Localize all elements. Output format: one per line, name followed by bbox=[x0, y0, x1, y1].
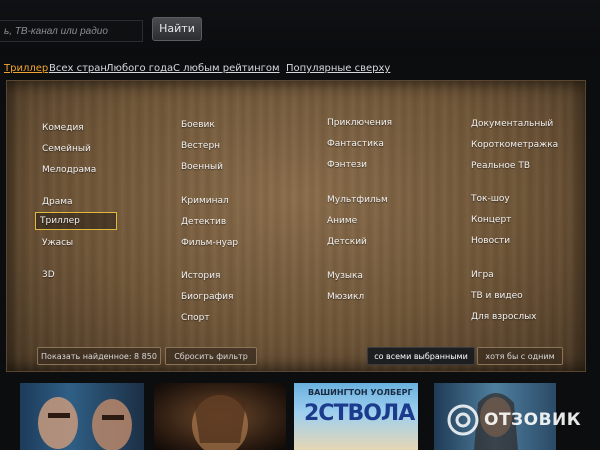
poster-strip: ВАШИНГТОН УОЛБЕРГ 2СТВОЛА ОТЗОВИК bbox=[0, 383, 600, 450]
top-bar: Найти bbox=[0, 0, 600, 56]
genre-crime[interactable]: Криминал bbox=[181, 196, 229, 206]
genre-film-noir[interactable]: Фильм-нуар bbox=[181, 238, 238, 248]
reset-filter-button[interactable]: Сбросить фильтр bbox=[165, 347, 257, 365]
filter-rating[interactable]: С любым рейтингом bbox=[173, 63, 280, 74]
genre-documentary[interactable]: Документальный bbox=[471, 119, 553, 129]
watermark-text: ОТЗОВИК bbox=[484, 410, 582, 430]
genre-musical[interactable]: Мюзикл bbox=[327, 292, 364, 302]
genre-reality-tv[interactable]: Реальное ТВ bbox=[471, 161, 530, 171]
genre-anime[interactable]: Аниме bbox=[327, 216, 357, 226]
genre-action[interactable]: Боевик bbox=[181, 120, 215, 130]
genre-scifi[interactable]: Фантастика bbox=[327, 139, 384, 149]
genre-comedy[interactable]: Комедия bbox=[42, 123, 84, 133]
genre-3d[interactable]: 3D bbox=[42, 270, 55, 280]
genre-biography[interactable]: Биография bbox=[181, 292, 233, 302]
genre-animation[interactable]: Мультфильм bbox=[327, 195, 388, 205]
filter-genre[interactable]: Триллер bbox=[4, 63, 48, 74]
genre-horror[interactable]: Ужасы bbox=[42, 238, 73, 248]
genre-kids[interactable]: Детский bbox=[327, 237, 367, 247]
genre-thriller-selected[interactable]: Триллер bbox=[35, 212, 117, 230]
match-all-toggle[interactable]: со всеми выбранными bbox=[367, 347, 475, 365]
poster-3[interactable]: ВАШИНГТОН УОЛБЕРГ 2СТВОЛА bbox=[294, 383, 418, 450]
poster-1[interactable] bbox=[20, 383, 144, 450]
find-button[interactable]: Найти bbox=[152, 17, 202, 41]
genre-talk-show[interactable]: Ток-шоу bbox=[471, 194, 510, 204]
genre-news[interactable]: Новости bbox=[471, 236, 510, 246]
genre-filter-panel: Комедия Семейный Мелодрама Драма Триллер… bbox=[6, 80, 586, 372]
search-input[interactable] bbox=[0, 20, 143, 42]
genre-sport[interactable]: Спорт bbox=[181, 313, 210, 323]
watermark-logo-icon bbox=[447, 404, 479, 436]
match-any-toggle[interactable]: хотя бы с одним bbox=[477, 347, 563, 365]
filter-sort[interactable]: Популярные сверху bbox=[286, 63, 390, 74]
genre-war[interactable]: Военный bbox=[181, 162, 223, 172]
filter-year[interactable]: Любого года bbox=[106, 63, 173, 74]
genre-concert[interactable]: Концерт bbox=[471, 215, 511, 225]
poster-3-names: ВАШИНГТОН УОЛБЕРГ bbox=[308, 388, 413, 397]
genre-melodrama[interactable]: Мелодрама bbox=[42, 165, 96, 175]
genre-drama[interactable]: Драма bbox=[42, 197, 73, 207]
genre-game[interactable]: Игра bbox=[471, 270, 494, 280]
genre-tv-video[interactable]: ТВ и видео bbox=[471, 291, 523, 301]
poster-2-art bbox=[192, 393, 248, 450]
genre-music[interactable]: Музыка bbox=[327, 271, 363, 281]
show-found-button[interactable]: Показать найденное: 8 850 bbox=[37, 347, 161, 365]
poster-2[interactable] bbox=[154, 383, 286, 450]
genre-fantasy[interactable]: Фэнтези bbox=[327, 160, 367, 170]
poster-3-title: 2СТВОЛА bbox=[304, 401, 415, 426]
genre-detective[interactable]: Детектив bbox=[181, 217, 226, 227]
genre-western[interactable]: Вестерн bbox=[181, 141, 220, 151]
genre-short[interactable]: Короткометражка bbox=[471, 140, 558, 150]
genre-adult[interactable]: Для взрослых bbox=[471, 312, 537, 322]
genre-adventure[interactable]: Приключения bbox=[327, 118, 392, 128]
filter-country[interactable]: Всех стран bbox=[49, 63, 107, 74]
genre-history[interactable]: История bbox=[181, 271, 220, 281]
poster-1-art bbox=[38, 397, 132, 450]
genre-family[interactable]: Семейный bbox=[42, 144, 91, 154]
